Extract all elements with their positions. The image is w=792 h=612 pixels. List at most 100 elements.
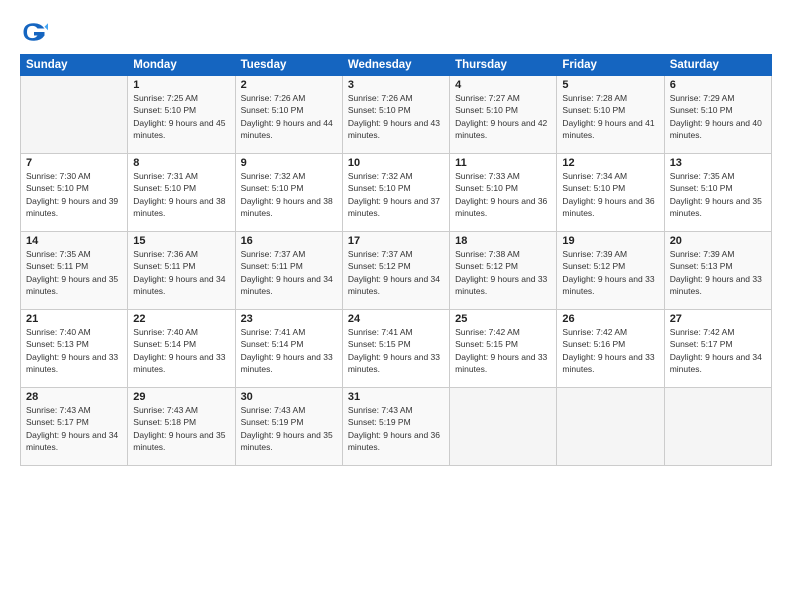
calendar-cell: 13 Sunrise: 7:35 AMSunset: 5:10 PMDaylig…: [664, 154, 771, 232]
calendar-cell: 2 Sunrise: 7:26 AMSunset: 5:10 PMDayligh…: [235, 76, 342, 154]
day-number: 6: [670, 79, 766, 91]
day-info: Sunrise: 7:43 AMSunset: 5:18 PMDaylight:…: [133, 405, 225, 452]
day-number: 13: [670, 157, 766, 169]
day-number: 2: [241, 79, 337, 91]
weekday-header-row: SundayMondayTuesdayWednesdayThursdayFrid…: [21, 55, 772, 76]
logo-icon: [20, 18, 48, 46]
weekday-header-cell: Tuesday: [235, 55, 342, 76]
calendar-cell: 10 Sunrise: 7:32 AMSunset: 5:10 PMDaylig…: [342, 154, 449, 232]
day-number: 30: [241, 391, 337, 403]
calendar-page: SundayMondayTuesdayWednesdayThursdayFrid…: [0, 0, 792, 612]
day-info: Sunrise: 7:32 AMSunset: 5:10 PMDaylight:…: [348, 171, 440, 218]
day-number: 20: [670, 235, 766, 247]
day-number: 10: [348, 157, 444, 169]
day-info: Sunrise: 7:26 AMSunset: 5:10 PMDaylight:…: [241, 93, 333, 140]
day-number: 14: [26, 235, 122, 247]
calendar-cell: [664, 388, 771, 466]
day-number: 23: [241, 313, 337, 325]
calendar-cell: 25 Sunrise: 7:42 AMSunset: 5:15 PMDaylig…: [450, 310, 557, 388]
day-number: 24: [348, 313, 444, 325]
day-info: Sunrise: 7:43 AMSunset: 5:19 PMDaylight:…: [241, 405, 333, 452]
day-info: Sunrise: 7:38 AMSunset: 5:12 PMDaylight:…: [455, 249, 547, 296]
day-info: Sunrise: 7:41 AMSunset: 5:15 PMDaylight:…: [348, 327, 440, 374]
calendar-cell: 24 Sunrise: 7:41 AMSunset: 5:15 PMDaylig…: [342, 310, 449, 388]
calendar-cell: 22 Sunrise: 7:40 AMSunset: 5:14 PMDaylig…: [128, 310, 235, 388]
day-number: 21: [26, 313, 122, 325]
day-number: 16: [241, 235, 337, 247]
day-number: 9: [241, 157, 337, 169]
day-info: Sunrise: 7:33 AMSunset: 5:10 PMDaylight:…: [455, 171, 547, 218]
calendar-cell: 26 Sunrise: 7:42 AMSunset: 5:16 PMDaylig…: [557, 310, 664, 388]
day-info: Sunrise: 7:25 AMSunset: 5:10 PMDaylight:…: [133, 93, 225, 140]
weekday-header-cell: Saturday: [664, 55, 771, 76]
day-number: 27: [670, 313, 766, 325]
day-number: 15: [133, 235, 229, 247]
weekday-header-cell: Wednesday: [342, 55, 449, 76]
day-info: Sunrise: 7:39 AMSunset: 5:12 PMDaylight:…: [562, 249, 654, 296]
calendar-cell: 9 Sunrise: 7:32 AMSunset: 5:10 PMDayligh…: [235, 154, 342, 232]
calendar-cell: 28 Sunrise: 7:43 AMSunset: 5:17 PMDaylig…: [21, 388, 128, 466]
calendar-cell: 31 Sunrise: 7:43 AMSunset: 5:19 PMDaylig…: [342, 388, 449, 466]
day-info: Sunrise: 7:42 AMSunset: 5:16 PMDaylight:…: [562, 327, 654, 374]
calendar-cell: [21, 76, 128, 154]
day-info: Sunrise: 7:27 AMSunset: 5:10 PMDaylight:…: [455, 93, 547, 140]
calendar-cell: 27 Sunrise: 7:42 AMSunset: 5:17 PMDaylig…: [664, 310, 771, 388]
calendar-cell: 7 Sunrise: 7:30 AMSunset: 5:10 PMDayligh…: [21, 154, 128, 232]
calendar-week-row: 7 Sunrise: 7:30 AMSunset: 5:10 PMDayligh…: [21, 154, 772, 232]
calendar-cell: 12 Sunrise: 7:34 AMSunset: 5:10 PMDaylig…: [557, 154, 664, 232]
calendar-cell: 15 Sunrise: 7:36 AMSunset: 5:11 PMDaylig…: [128, 232, 235, 310]
day-number: 28: [26, 391, 122, 403]
calendar-cell: [450, 388, 557, 466]
day-info: Sunrise: 7:30 AMSunset: 5:10 PMDaylight:…: [26, 171, 118, 218]
day-number: 11: [455, 157, 551, 169]
calendar-cell: 23 Sunrise: 7:41 AMSunset: 5:14 PMDaylig…: [235, 310, 342, 388]
calendar-cell: 5 Sunrise: 7:28 AMSunset: 5:10 PMDayligh…: [557, 76, 664, 154]
day-number: 1: [133, 79, 229, 91]
weekday-header-cell: Thursday: [450, 55, 557, 76]
day-info: Sunrise: 7:37 AMSunset: 5:12 PMDaylight:…: [348, 249, 440, 296]
day-info: Sunrise: 7:29 AMSunset: 5:10 PMDaylight:…: [670, 93, 762, 140]
calendar-body: 1 Sunrise: 7:25 AMSunset: 5:10 PMDayligh…: [21, 76, 772, 466]
logo: [20, 18, 52, 46]
calendar-cell: 3 Sunrise: 7:26 AMSunset: 5:10 PMDayligh…: [342, 76, 449, 154]
calendar-cell: 1 Sunrise: 7:25 AMSunset: 5:10 PMDayligh…: [128, 76, 235, 154]
calendar-cell: 11 Sunrise: 7:33 AMSunset: 5:10 PMDaylig…: [450, 154, 557, 232]
day-info: Sunrise: 7:32 AMSunset: 5:10 PMDaylight:…: [241, 171, 333, 218]
day-info: Sunrise: 7:35 AMSunset: 5:10 PMDaylight:…: [670, 171, 762, 218]
day-info: Sunrise: 7:31 AMSunset: 5:10 PMDaylight:…: [133, 171, 225, 218]
calendar-cell: 21 Sunrise: 7:40 AMSunset: 5:13 PMDaylig…: [21, 310, 128, 388]
day-number: 26: [562, 313, 658, 325]
day-info: Sunrise: 7:43 AMSunset: 5:19 PMDaylight:…: [348, 405, 440, 452]
day-info: Sunrise: 7:40 AMSunset: 5:14 PMDaylight:…: [133, 327, 225, 374]
calendar-cell: 16 Sunrise: 7:37 AMSunset: 5:11 PMDaylig…: [235, 232, 342, 310]
day-info: Sunrise: 7:36 AMSunset: 5:11 PMDaylight:…: [133, 249, 225, 296]
calendar-week-row: 14 Sunrise: 7:35 AMSunset: 5:11 PMDaylig…: [21, 232, 772, 310]
weekday-header-cell: Monday: [128, 55, 235, 76]
day-number: 4: [455, 79, 551, 91]
day-number: 25: [455, 313, 551, 325]
calendar-cell: 29 Sunrise: 7:43 AMSunset: 5:18 PMDaylig…: [128, 388, 235, 466]
day-number: 3: [348, 79, 444, 91]
calendar-cell: 8 Sunrise: 7:31 AMSunset: 5:10 PMDayligh…: [128, 154, 235, 232]
day-info: Sunrise: 7:41 AMSunset: 5:14 PMDaylight:…: [241, 327, 333, 374]
calendar-cell: 20 Sunrise: 7:39 AMSunset: 5:13 PMDaylig…: [664, 232, 771, 310]
calendar-cell: 17 Sunrise: 7:37 AMSunset: 5:12 PMDaylig…: [342, 232, 449, 310]
day-number: 8: [133, 157, 229, 169]
calendar-week-row: 28 Sunrise: 7:43 AMSunset: 5:17 PMDaylig…: [21, 388, 772, 466]
day-info: Sunrise: 7:40 AMSunset: 5:13 PMDaylight:…: [26, 327, 118, 374]
weekday-header-cell: Friday: [557, 55, 664, 76]
day-number: 18: [455, 235, 551, 247]
day-info: Sunrise: 7:26 AMSunset: 5:10 PMDaylight:…: [348, 93, 440, 140]
day-info: Sunrise: 7:34 AMSunset: 5:10 PMDaylight:…: [562, 171, 654, 218]
calendar-cell: 30 Sunrise: 7:43 AMSunset: 5:19 PMDaylig…: [235, 388, 342, 466]
day-info: Sunrise: 7:39 AMSunset: 5:13 PMDaylight:…: [670, 249, 762, 296]
day-number: 5: [562, 79, 658, 91]
calendar-cell: 19 Sunrise: 7:39 AMSunset: 5:12 PMDaylig…: [557, 232, 664, 310]
day-info: Sunrise: 7:37 AMSunset: 5:11 PMDaylight:…: [241, 249, 333, 296]
calendar-cell: 18 Sunrise: 7:38 AMSunset: 5:12 PMDaylig…: [450, 232, 557, 310]
calendar-week-row: 1 Sunrise: 7:25 AMSunset: 5:10 PMDayligh…: [21, 76, 772, 154]
calendar-table: SundayMondayTuesdayWednesdayThursdayFrid…: [20, 54, 772, 466]
calendar-cell: 14 Sunrise: 7:35 AMSunset: 5:11 PMDaylig…: [21, 232, 128, 310]
day-info: Sunrise: 7:35 AMSunset: 5:11 PMDaylight:…: [26, 249, 118, 296]
day-number: 19: [562, 235, 658, 247]
